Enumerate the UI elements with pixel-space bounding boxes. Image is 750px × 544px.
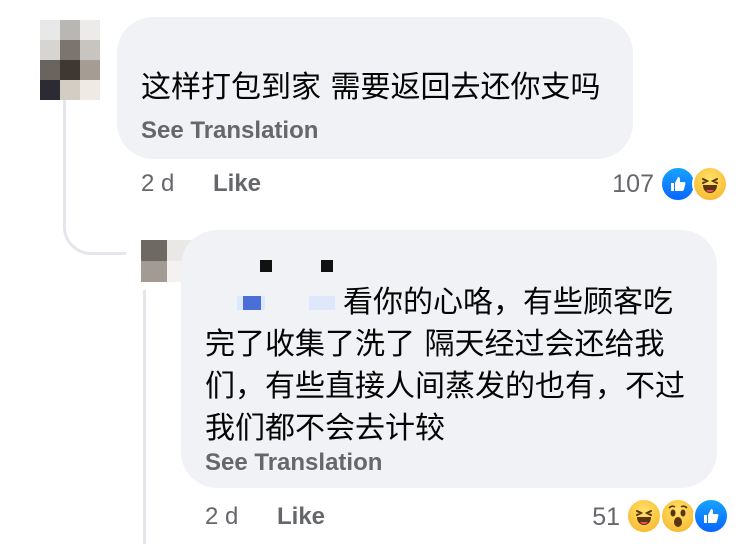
reply-age: 2 d [205, 503, 239, 530]
avatar[interactable] [40, 20, 100, 100]
comment-age: 2 d [141, 170, 175, 197]
haha-icon[interactable] [626, 498, 662, 534]
reaction-count[interactable]: 107 [590, 170, 654, 199]
see-translation-link[interactable]: See Translation [141, 117, 318, 145]
reply-bubble: 看你的心咯，有些顾客吃完了收集了洗了 隔天经过会还给我们，有些直接人间蒸发的也有… [181, 230, 717, 488]
comment-text: 这样打包到家 需要返回去还你支吗 [141, 70, 601, 105]
like-icon[interactable] [660, 166, 696, 202]
thread-line-reply [143, 290, 146, 544]
reply-text: 看你的心咯，有些顾客吃完了收集了洗了 隔天经过会还给我们，有些直接人间蒸发的也有… [205, 285, 685, 446]
wow-icon[interactable] [660, 498, 696, 534]
like-icon[interactable] [693, 498, 729, 534]
like-button[interactable]: Like [277, 503, 325, 531]
like-button[interactable]: Like [213, 170, 261, 198]
see-translation-link[interactable]: See Translation [205, 449, 382, 477]
redacted-name-block [321, 260, 333, 272]
redacted-name-block [260, 260, 272, 272]
comment-bubble: 这样打包到家 需要返回去还你支吗 See Translation [117, 17, 633, 159]
haha-icon[interactable] [692, 166, 728, 202]
thread-line-curve [63, 208, 126, 255]
reaction-count[interactable]: 51 [570, 503, 620, 532]
